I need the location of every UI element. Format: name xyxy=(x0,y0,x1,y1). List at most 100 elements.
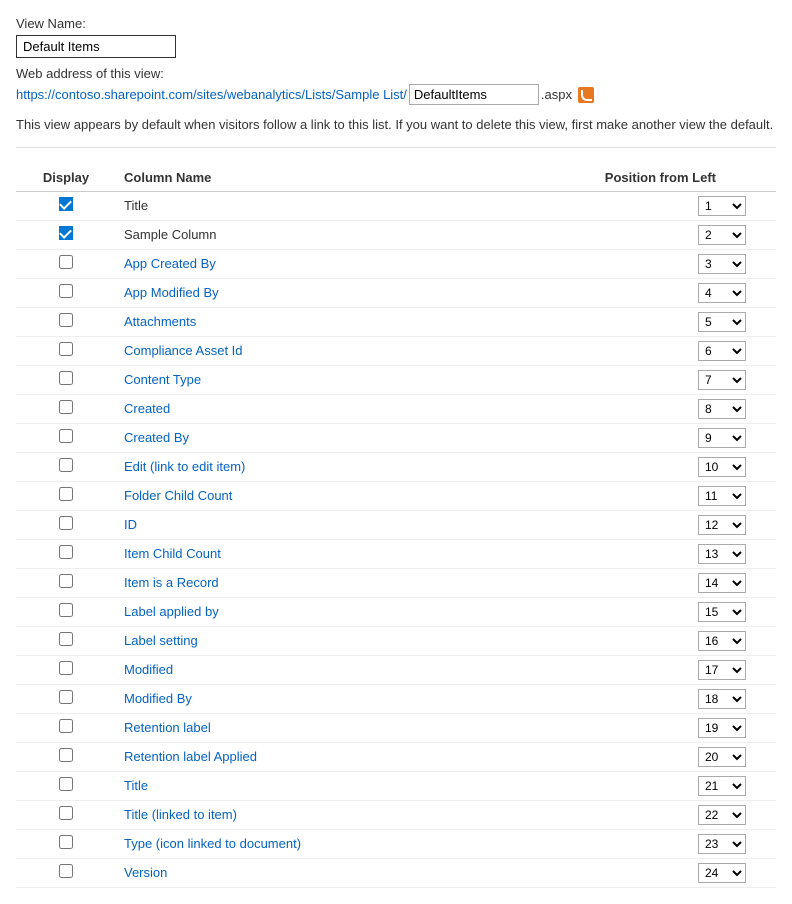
column-name-link[interactable]: Modified By xyxy=(124,691,192,706)
position-select[interactable]: 123456789101112131415161718192021222324 xyxy=(698,863,746,883)
column-name-link[interactable]: Content Type xyxy=(124,372,201,387)
row-checkbox[interactable] xyxy=(59,197,73,211)
table-row: App Created By 12345678910111213141516171… xyxy=(16,249,776,278)
position-select[interactable]: 123456789101112131415161718192021222324 xyxy=(698,689,746,709)
row-checkbox[interactable] xyxy=(59,342,73,356)
table-row: Edit (link to edit item) 1234567891011121… xyxy=(16,452,776,481)
column-name-text: Sample Column xyxy=(124,227,217,242)
column-name-link[interactable]: App Created By xyxy=(124,256,216,271)
table-row: Folder Child Count 1234567891011121314151… xyxy=(16,481,776,510)
header-column-name: Column Name xyxy=(116,164,466,192)
column-name-link[interactable]: Item Child Count xyxy=(124,546,221,561)
position-select[interactable]: 123456789101112131415161718192021222324 xyxy=(698,544,746,564)
column-name-link[interactable]: ID xyxy=(124,517,137,532)
row-checkbox[interactable] xyxy=(59,574,73,588)
position-select[interactable]: 123456789101112131415161718192021222324 xyxy=(698,718,746,738)
column-name-link[interactable]: Title xyxy=(124,778,148,793)
column-name-link[interactable]: Retention label Applied xyxy=(124,749,257,764)
table-row: Item is a Record 123456789101112131415161… xyxy=(16,568,776,597)
row-checkbox[interactable] xyxy=(59,690,73,704)
column-name-link[interactable]: Version xyxy=(124,865,167,880)
column-name-link[interactable]: Item is a Record xyxy=(124,575,219,590)
row-checkbox[interactable] xyxy=(59,255,73,269)
row-checkbox[interactable] xyxy=(59,777,73,791)
row-checkbox[interactable] xyxy=(59,545,73,559)
table-row: Retention label 1234567891011121314151617… xyxy=(16,713,776,742)
column-name-link[interactable]: Attachments xyxy=(124,314,196,329)
position-select[interactable]: 123456789101112131415161718192021222324 xyxy=(698,515,746,535)
column-name-link[interactable]: Modified xyxy=(124,662,173,677)
column-name-link[interactable]: Created xyxy=(124,401,170,416)
position-select[interactable]: 123456789101112131415161718192021222324 xyxy=(698,834,746,854)
table-row: Type (icon linked to document) 1234567891… xyxy=(16,829,776,858)
web-address-label: Web address of this view: xyxy=(16,66,776,81)
position-select[interactable]: 123456789101112131415161718192021222324 xyxy=(698,805,746,825)
table-row: Version 123456789101112131415161718192021… xyxy=(16,858,776,887)
table-row: ID 12345678910111213141516171819202122232… xyxy=(16,510,776,539)
position-select[interactable]: 123456789101112131415161718192021222324 xyxy=(698,370,746,390)
position-select[interactable]: 123456789101112131415161718192021222324 xyxy=(698,776,746,796)
table-row: Title 12345678910111213141516171819202122… xyxy=(16,771,776,800)
position-select[interactable]: 123456789101112131415161718192021222324 xyxy=(698,225,746,245)
web-address-input[interactable] xyxy=(409,84,539,105)
row-checkbox[interactable] xyxy=(59,806,73,820)
row-checkbox[interactable] xyxy=(59,603,73,617)
row-checkbox[interactable] xyxy=(59,661,73,675)
column-name-link[interactable]: Folder Child Count xyxy=(124,488,232,503)
row-checkbox[interactable] xyxy=(59,429,73,443)
view-name-input[interactable] xyxy=(16,35,176,58)
info-text: This view appears by default when visito… xyxy=(16,115,776,148)
position-select[interactable]: 123456789101112131415161718192021222324 xyxy=(698,457,746,477)
row-checkbox[interactable] xyxy=(59,371,73,385)
position-select[interactable]: 123456789101112131415161718192021222324 xyxy=(698,254,746,274)
columns-table: Display Column Name Position from Left T… xyxy=(16,164,776,888)
position-select[interactable]: 123456789101112131415161718192021222324 xyxy=(698,573,746,593)
table-row: Created By 123456789101112131415161718192… xyxy=(16,423,776,452)
position-select[interactable]: 123456789101112131415161718192021222324 xyxy=(698,283,746,303)
position-select[interactable]: 123456789101112131415161718192021222324 xyxy=(698,341,746,361)
column-name-link[interactable]: Retention label xyxy=(124,720,211,735)
row-checkbox[interactable] xyxy=(59,313,73,327)
position-select[interactable]: 123456789101112131415161718192021222324 xyxy=(698,428,746,448)
column-name-link[interactable]: Label setting xyxy=(124,633,198,648)
rss-icon[interactable] xyxy=(578,87,594,103)
row-checkbox[interactable] xyxy=(59,835,73,849)
header-display: Display xyxy=(16,164,116,192)
table-row: Content Type 1234567891011121314151617181… xyxy=(16,365,776,394)
column-name-link[interactable]: Type (icon linked to document) xyxy=(124,836,301,851)
table-row: Attachments 12345678910111213141516171819… xyxy=(16,307,776,336)
position-select[interactable]: 123456789101112131415161718192021222324 xyxy=(698,602,746,622)
column-name-link[interactable]: Edit (link to edit item) xyxy=(124,459,245,474)
row-checkbox[interactable] xyxy=(59,632,73,646)
table-row: Compliance Asset Id 123456789101112131415… xyxy=(16,336,776,365)
position-select[interactable]: 123456789101112131415161718192021222324 xyxy=(698,312,746,332)
web-address-aspx: .aspx xyxy=(541,87,572,102)
row-checkbox[interactable] xyxy=(59,864,73,878)
position-select[interactable]: 123456789101112131415161718192021222324 xyxy=(698,660,746,680)
table-row: Label setting 123456789101112131415161718… xyxy=(16,626,776,655)
column-name-link[interactable]: Created By xyxy=(124,430,189,445)
column-name-link[interactable]: App Modified By xyxy=(124,285,219,300)
row-checkbox[interactable] xyxy=(59,400,73,414)
row-checkbox[interactable] xyxy=(59,458,73,472)
column-name-text: Title xyxy=(124,198,148,213)
row-checkbox[interactable] xyxy=(59,516,73,530)
table-row: Modified 12345678910111213141516171819202… xyxy=(16,655,776,684)
position-select[interactable]: 123456789101112131415161718192021222324 xyxy=(698,631,746,651)
position-select[interactable]: 123456789101112131415161718192021222324 xyxy=(698,399,746,419)
web-address-url: https://contoso.sharepoint.com/sites/web… xyxy=(16,87,407,102)
header-position: Position from Left xyxy=(466,164,776,192)
column-name-link[interactable]: Compliance Asset Id xyxy=(124,343,243,358)
row-checkbox[interactable] xyxy=(59,719,73,733)
row-checkbox[interactable] xyxy=(59,226,73,240)
column-name-link[interactable]: Label applied by xyxy=(124,604,219,619)
row-checkbox[interactable] xyxy=(59,284,73,298)
position-select[interactable]: 123456789101112131415161718192021222324 xyxy=(698,747,746,767)
view-name-label: View Name: xyxy=(16,16,776,31)
row-checkbox[interactable] xyxy=(59,748,73,762)
position-select[interactable]: 123456789101112131415161718192021222324 xyxy=(698,196,746,216)
table-row: Title 12345678910111213141516171819202122… xyxy=(16,191,776,220)
position-select[interactable]: 123456789101112131415161718192021222324 xyxy=(698,486,746,506)
row-checkbox[interactable] xyxy=(59,487,73,501)
table-row: Retention label Applied 12345678910111213… xyxy=(16,742,776,771)
